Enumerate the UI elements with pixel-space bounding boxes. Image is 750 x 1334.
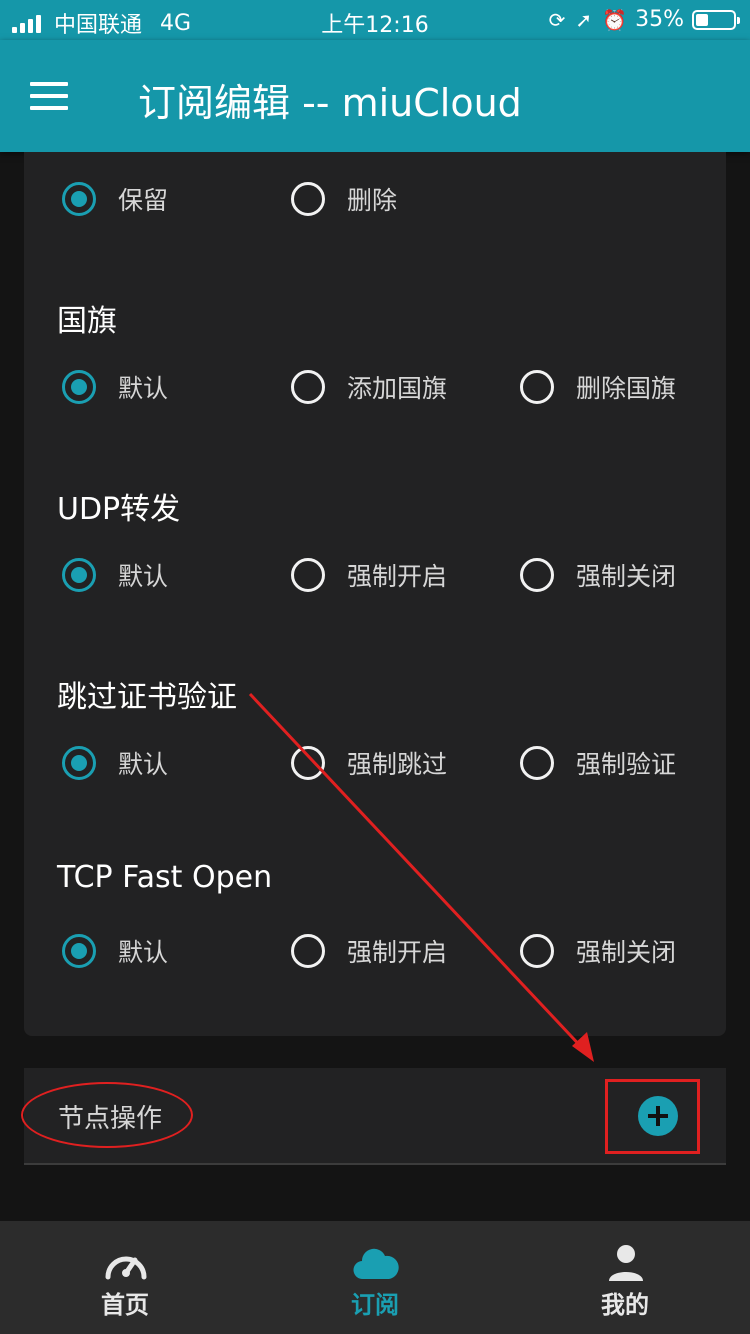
radio-tfo-force-on[interactable]: 强制开启 [291, 926, 447, 976]
radio-checked-icon [62, 934, 96, 968]
radio-label: 强制验证 [576, 750, 677, 779]
radio-label: 强制跳过 [347, 750, 448, 779]
nav-label: 首页 [101, 1291, 149, 1319]
radio-label: 强制开启 [347, 562, 448, 591]
tcp-fast-open-radio-group: 默认 强制开启 强制关闭 [24, 926, 726, 976]
nav-item-home[interactable]: 首页 [0, 1221, 250, 1334]
annotation-ellipse [21, 1082, 193, 1148]
radio-tfo-default[interactable]: 默认 [62, 926, 168, 976]
battery-icon [692, 9, 740, 30]
radio-label: 默认 [118, 750, 169, 779]
radio-unchecked-icon [291, 746, 325, 780]
radio-delete[interactable]: 删除 [291, 174, 397, 224]
page-title: 订阅编辑 -- miuCloud [138, 81, 522, 125]
section-title-skip-cert: 跳过证书验证 [57, 680, 237, 715]
radio-udp-force-on[interactable]: 强制开启 [291, 550, 447, 600]
nav-label: 我的 [601, 1291, 649, 1319]
location-icon: ➚ [575, 7, 593, 32]
app-bar: 订阅编辑 -- miuCloud [0, 40, 750, 152]
radio-checked-icon [62, 558, 96, 592]
radio-checked-icon [62, 370, 96, 404]
battery-percent: 35% [635, 7, 684, 32]
radio-label: 强制关闭 [576, 938, 677, 967]
section-title-flag: 国旗 [57, 304, 117, 339]
radio-checked-icon [62, 746, 96, 780]
radio-flag-add[interactable]: 添加国旗 [291, 362, 447, 412]
radio-unchecked-icon [291, 934, 325, 968]
section-title-udp: UDP转发 [57, 492, 181, 527]
radio-unchecked-icon [520, 370, 554, 404]
status-bar: 中国联通 4G 上午12:16 ⟳ ➚ ⏰ 35% [0, 0, 750, 40]
section-title-tcp-fast-open: TCP Fast Open [57, 860, 273, 895]
nav-item-subscription[interactable]: 订阅 [250, 1221, 500, 1334]
radio-tfo-force-off[interactable]: 强制关闭 [520, 926, 676, 976]
nav-item-profile[interactable]: 我的 [500, 1221, 750, 1334]
radio-label: 保留 [118, 186, 169, 215]
subscription-settings-card: 保留 删除 国旗 默认 添加国旗 删除国旗 UDP转发 默认 强制开启 强制关闭… [24, 152, 726, 1036]
radio-label: 强制关闭 [576, 562, 677, 591]
radio-unchecked-icon [291, 370, 325, 404]
radio-label: 默认 [118, 938, 169, 967]
radio-label: 强制开启 [347, 938, 448, 967]
radio-keep[interactable]: 保留 [62, 174, 168, 224]
annotation-box [605, 1079, 700, 1154]
cloud-icon [353, 1248, 399, 1280]
skip-cert-radio-group: 默认 强制跳过 强制验证 [24, 738, 726, 788]
radio-label: 添加国旗 [347, 374, 448, 403]
radio-cert-force-verify[interactable]: 强制验证 [520, 738, 676, 788]
radio-flag-remove[interactable]: 删除国旗 [520, 362, 676, 412]
radio-label: 默认 [118, 562, 169, 591]
orientation-lock-icon: ⟳ [548, 7, 566, 32]
radio-checked-icon [62, 182, 96, 216]
radio-cert-default[interactable]: 默认 [62, 738, 168, 788]
flag-radio-group: 默认 添加国旗 删除国旗 [24, 362, 726, 412]
radio-unchecked-icon [520, 558, 554, 592]
alarm-icon: ⏰ [602, 7, 628, 32]
menu-icon[interactable] [30, 82, 68, 110]
radio-unchecked-icon [520, 746, 554, 780]
radio-label: 默认 [118, 374, 169, 403]
radio-unchecked-icon [291, 182, 325, 216]
radio-unchecked-icon [291, 558, 325, 592]
radio-unchecked-icon [520, 934, 554, 968]
radio-flag-default[interactable]: 默认 [62, 362, 168, 412]
bottom-navigation: 首页 订阅 我的 [0, 1221, 750, 1334]
radio-cert-force-skip[interactable]: 强制跳过 [291, 738, 447, 788]
radio-label: 删除国旗 [576, 374, 677, 403]
user-icon [609, 1245, 643, 1281]
nav-label: 订阅 [351, 1291, 399, 1319]
radio-label: 删除 [347, 186, 398, 215]
keep-delete-radio-group: 保留 删除 [24, 174, 726, 224]
radio-udp-default[interactable]: 默认 [62, 550, 168, 600]
speedometer-icon [105, 1256, 147, 1280]
radio-udp-force-off[interactable]: 强制关闭 [520, 550, 676, 600]
udp-radio-group: 默认 强制开启 强制关闭 [24, 550, 726, 600]
